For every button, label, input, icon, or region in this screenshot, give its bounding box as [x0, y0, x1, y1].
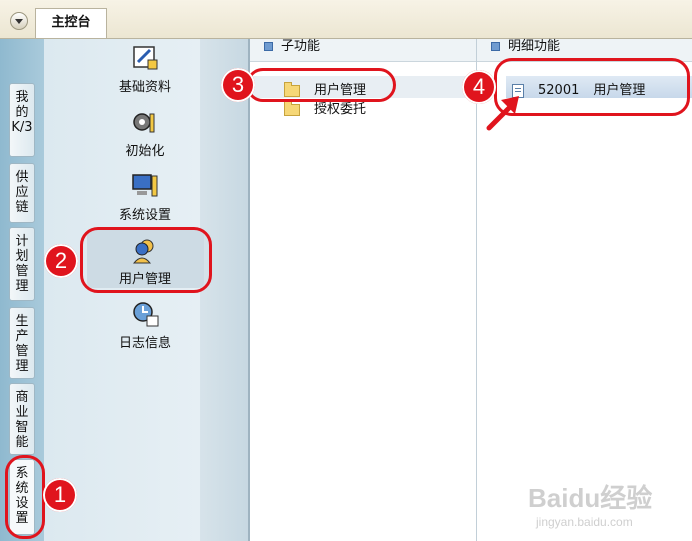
basic-data-icon	[133, 46, 158, 70]
top-tab-bar: 主控台	[0, 0, 692, 39]
module-initialize[interactable]: 初始化	[70, 108, 220, 159]
vtab-production[interactable]: 生产管理	[9, 307, 35, 379]
folder-icon	[284, 100, 300, 116]
subfunction-header: 子功能	[250, 39, 476, 62]
annotation-badge-1: 1	[43, 478, 77, 512]
module-log-info[interactable]: 日志信息	[70, 300, 220, 351]
module-label: 系统设置	[118, 208, 171, 223]
square-bullet-icon	[491, 42, 500, 51]
annotation-ring-2	[80, 227, 212, 293]
module-basic-data[interactable]: 基础资料	[70, 44, 220, 95]
log-clock-icon	[133, 302, 159, 327]
module-label: 初始化	[125, 144, 165, 159]
annotation-ring-3	[246, 68, 396, 102]
gear-init-icon	[133, 113, 155, 133]
baidu-watermark: Baidu经验 jingyan.baidu.com	[528, 483, 653, 529]
tab-main-console[interactable]: 主控台	[35, 8, 107, 38]
dropdown-button[interactable]	[10, 12, 28, 30]
annotation-badge-3: 3	[221, 68, 255, 102]
chevron-down-icon	[15, 19, 23, 24]
vtab-planning[interactable]: 计划管理	[9, 227, 35, 301]
square-bullet-icon	[264, 42, 273, 51]
annotation-badge-2: 2	[44, 244, 78, 278]
module-label: 日志信息	[118, 336, 171, 351]
vtab-my-k3[interactable]: 我的K/3	[9, 83, 35, 157]
module-system-settings[interactable]: 系统设置	[70, 172, 220, 223]
vtab-bi[interactable]: 商业智能	[9, 383, 35, 455]
annotation-arrow-icon	[486, 96, 519, 131]
computer-settings-icon	[132, 174, 158, 197]
vtab-supply-chain[interactable]: 供应链	[9, 163, 35, 223]
annotation-ring-1	[5, 455, 45, 539]
module-label: 基础资料	[118, 80, 171, 95]
